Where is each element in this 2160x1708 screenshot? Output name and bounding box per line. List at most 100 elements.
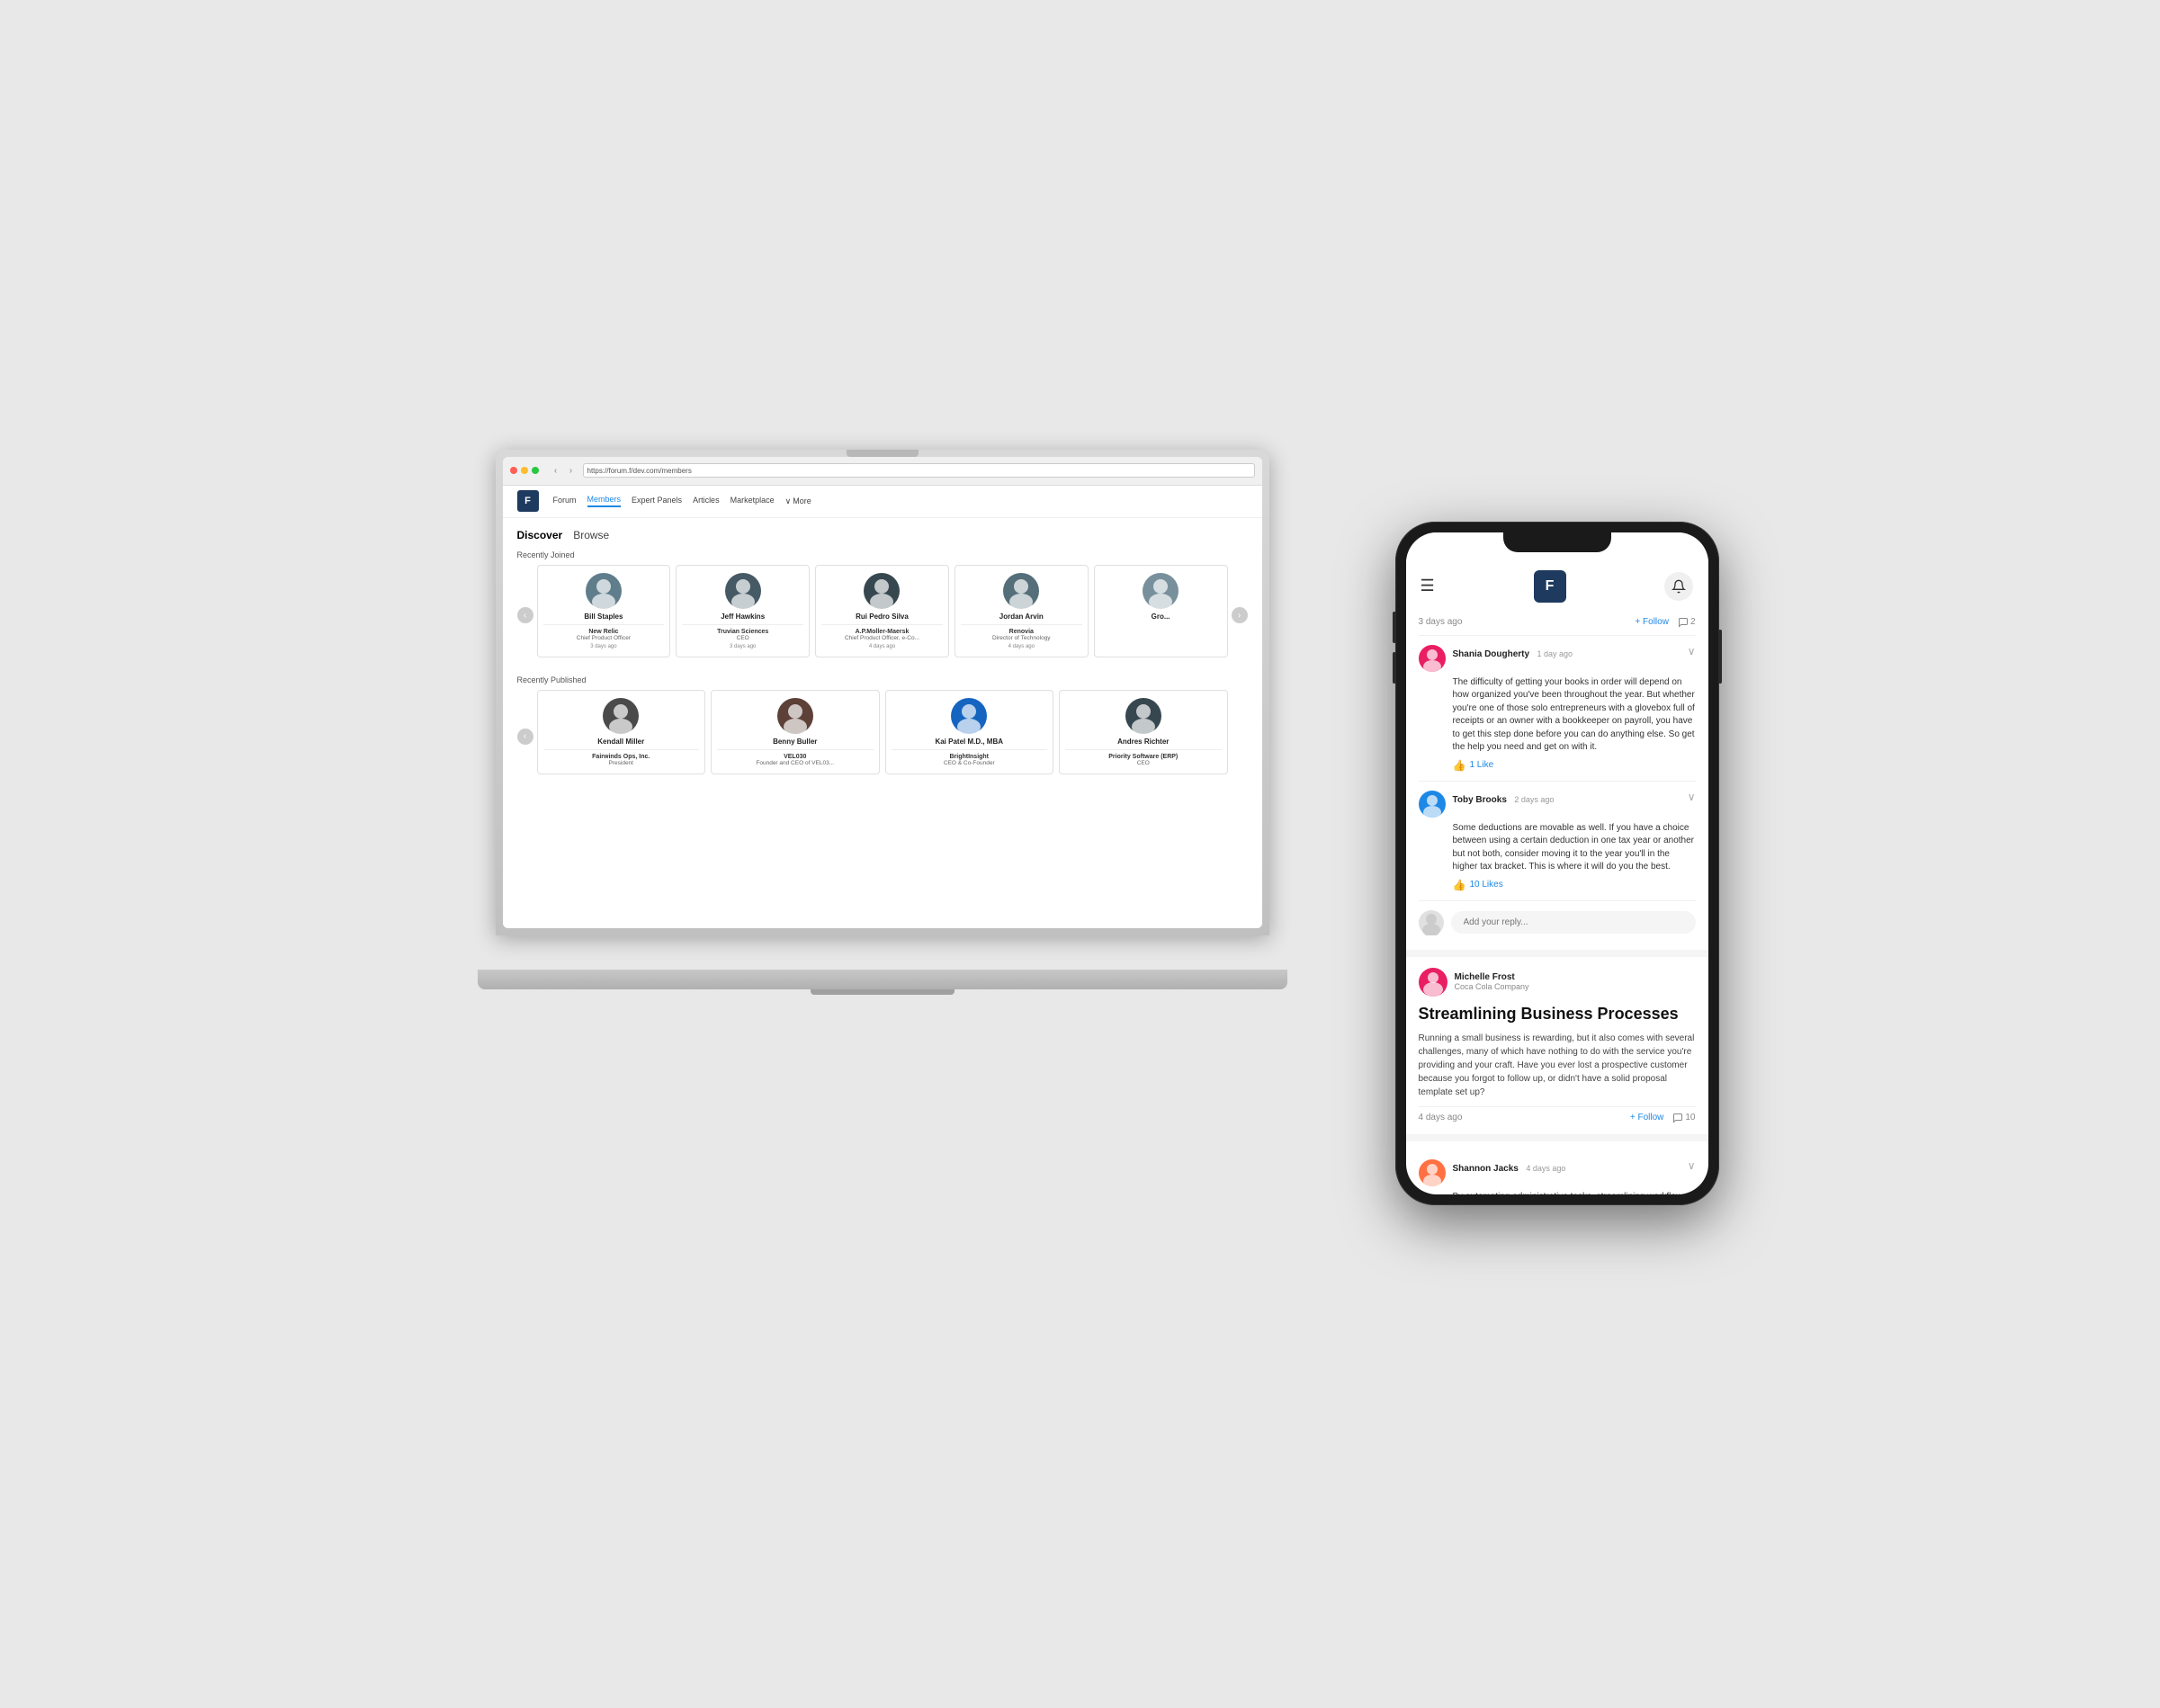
next-arrow[interactable]: › bbox=[1232, 607, 1248, 623]
article-author-avatar bbox=[1419, 968, 1447, 997]
nav-members[interactable]: Members bbox=[587, 495, 622, 507]
like-row: 👍 10 Likes bbox=[1419, 879, 1696, 891]
tab-discover[interactable]: Discover bbox=[517, 529, 563, 541]
comment-item: Shania Dougherty 1 day ago ∨ The difficu… bbox=[1419, 636, 1696, 782]
phone-notch bbox=[1503, 532, 1611, 552]
back-button[interactable]: ‹ bbox=[550, 464, 562, 477]
like-icon[interactable]: 👍 bbox=[1453, 879, 1466, 891]
member-card[interactable]: Jordan Arvin Renovia Director of Technol… bbox=[955, 565, 1089, 657]
hamburger-menu-icon[interactable]: ☰ bbox=[1421, 577, 1435, 595]
article-text: Running a small business is rewarding, b… bbox=[1419, 1032, 1696, 1099]
reply-input[interactable] bbox=[1451, 911, 1696, 934]
comment-meta: Shania Dougherty 1 day ago bbox=[1453, 645, 1680, 661]
like-row: 👍 1 Like bbox=[1419, 759, 1696, 772]
commenter-avatar bbox=[1419, 645, 1446, 672]
member-name: Rui Pedro Silva bbox=[821, 613, 943, 621]
prev-arrow[interactable]: ‹ bbox=[517, 607, 533, 623]
article-actions: + Follow 10 bbox=[1630, 1113, 1696, 1123]
minimize-button[interactable] bbox=[521, 467, 528, 474]
recently-joined-section: Recently Joined ‹ Bill Staples bbox=[517, 550, 1248, 666]
current-user-avatar bbox=[1419, 910, 1444, 935]
member-title: CEO bbox=[682, 635, 803, 641]
recently-joined-label: Recently Joined bbox=[517, 550, 1248, 559]
comment-author: Toby Brooks bbox=[1453, 795, 1507, 805]
nav-more[interactable]: ∨ More bbox=[785, 496, 811, 506]
member-time: 4 days ago bbox=[961, 644, 1082, 649]
member-company: VEL030 bbox=[717, 754, 874, 760]
nav-marketplace[interactable]: Marketplace bbox=[730, 496, 775, 506]
member-name: Andres Richter bbox=[1065, 738, 1222, 746]
member-title: CEO bbox=[1065, 760, 1222, 766]
laptop: ‹ › https://forum.f/dev.com/members F Fo… bbox=[496, 450, 1269, 989]
comment-text: By automating administrative tasks, stre… bbox=[1419, 1191, 1696, 1194]
member-card[interactable]: Bill Staples New Relic Chief Product Off… bbox=[537, 565, 671, 657]
post-section: 3 days ago + Follow 2 bbox=[1406, 610, 1708, 957]
laptop-outer: ‹ › https://forum.f/dev.com/members F Fo… bbox=[496, 450, 1269, 935]
follow-button[interactable]: + Follow bbox=[1635, 617, 1669, 627]
member-card[interactable]: Gro... bbox=[1094, 565, 1228, 657]
member-avatar bbox=[1003, 573, 1039, 609]
nav-links: Forum Members Expert Panels Articles Mar… bbox=[553, 495, 811, 507]
member-name: Bill Staples bbox=[543, 613, 665, 621]
phone-side-button bbox=[1718, 630, 1722, 684]
phone: ☰ F 3 days bbox=[1395, 522, 1719, 1205]
maximize-button[interactable] bbox=[532, 467, 539, 474]
collapse-icon[interactable]: ∨ bbox=[1688, 791, 1696, 803]
commenter-avatar bbox=[1419, 1159, 1446, 1186]
app-navbar: F Forum Members Expert Panels Articles M… bbox=[503, 486, 1262, 518]
member-name: Jordan Arvin bbox=[961, 613, 1082, 621]
member-time: 3 days ago bbox=[543, 644, 665, 649]
member-company: Priority Software (ERP) bbox=[1065, 754, 1222, 760]
collapse-icon[interactable]: ∨ bbox=[1688, 1159, 1696, 1172]
nav-articles[interactable]: Articles bbox=[693, 496, 720, 506]
prev-arrow-pub[interactable]: ‹ bbox=[517, 729, 533, 745]
browser-chrome: ‹ › https://forum.f/dev.com/members bbox=[503, 457, 1262, 486]
member-company: A.P.Moller-Maersk bbox=[821, 629, 943, 635]
comment-count: 2 bbox=[1678, 617, 1696, 628]
member-card[interactable]: Benny Buller VEL030 Founder and CEO of V… bbox=[711, 690, 880, 774]
member-time: 3 days ago bbox=[682, 644, 803, 649]
phone-screen: ☰ F 3 days bbox=[1406, 532, 1708, 1194]
comment-header: Toby Brooks 2 days ago ∨ bbox=[1419, 791, 1696, 818]
article-time: 4 days ago bbox=[1419, 1113, 1463, 1122]
member-name: Jeff Hawkins bbox=[682, 613, 803, 621]
collapse-icon[interactable]: ∨ bbox=[1688, 645, 1696, 657]
members-content: Discover Browse Recently Joined ‹ bbox=[503, 518, 1262, 928]
browser-nav: ‹ › bbox=[550, 464, 578, 477]
article-section: Michelle Frost Coca Cola Company Streaml… bbox=[1406, 957, 1708, 1141]
comment-text: Some deductions are movable as well. If … bbox=[1419, 822, 1696, 874]
forward-button[interactable]: › bbox=[565, 464, 578, 477]
member-avatar bbox=[1143, 573, 1179, 609]
article-follow-button[interactable]: + Follow bbox=[1630, 1113, 1664, 1122]
phone-app-logo[interactable]: F bbox=[1534, 570, 1566, 603]
address-bar[interactable]: https://forum.f/dev.com/members bbox=[583, 463, 1255, 478]
phone-scroll-area[interactable]: 3 days ago + Follow 2 bbox=[1406, 610, 1708, 1194]
nav-forum[interactable]: Forum bbox=[553, 496, 577, 506]
close-button[interactable] bbox=[510, 467, 517, 474]
member-title: CEO & Co-Founder bbox=[892, 760, 1048, 766]
app-logo: F bbox=[517, 490, 539, 512]
comment-header: Shania Dougherty 1 day ago ∨ bbox=[1419, 645, 1696, 672]
member-name: Kai Patel M.D., MBA bbox=[892, 738, 1048, 746]
member-card[interactable]: Andres Richter Priority Software (ERP) C… bbox=[1059, 690, 1228, 774]
like-icon[interactable]: 👍 bbox=[1453, 759, 1466, 772]
laptop-base bbox=[478, 970, 1287, 989]
laptop-notch bbox=[847, 450, 919, 457]
comment-time: 4 days ago bbox=[1526, 1164, 1565, 1173]
recently-published-section: Recently Published ‹ Kendall Miller bbox=[517, 675, 1248, 783]
member-card[interactable]: Jeff Hawkins Truvian Sciences CEO 3 days… bbox=[676, 565, 810, 657]
nav-expert-panels[interactable]: Expert Panels bbox=[632, 496, 682, 506]
member-avatar bbox=[586, 573, 622, 609]
comment-time: 1 day ago bbox=[1537, 649, 1573, 658]
post-actions: + Follow 2 bbox=[1635, 617, 1695, 628]
member-card[interactable]: Rui Pedro Silva A.P.Moller-Maersk Chief … bbox=[815, 565, 949, 657]
more-label: ∨ bbox=[785, 496, 792, 506]
member-card[interactable]: Kendall Miller Fairwinds Ops, Inc. Presi… bbox=[537, 690, 706, 774]
member-avatar bbox=[725, 573, 761, 609]
comment-meta: Toby Brooks 2 days ago bbox=[1453, 791, 1680, 807]
tab-browse[interactable]: Browse bbox=[573, 529, 609, 541]
member-avatar bbox=[864, 573, 900, 609]
recently-published-label: Recently Published bbox=[517, 675, 1248, 684]
notification-bell-icon[interactable] bbox=[1664, 572, 1693, 601]
member-card[interactable]: Kai Patel M.D., MBA BrightInsight CEO & … bbox=[885, 690, 1054, 774]
